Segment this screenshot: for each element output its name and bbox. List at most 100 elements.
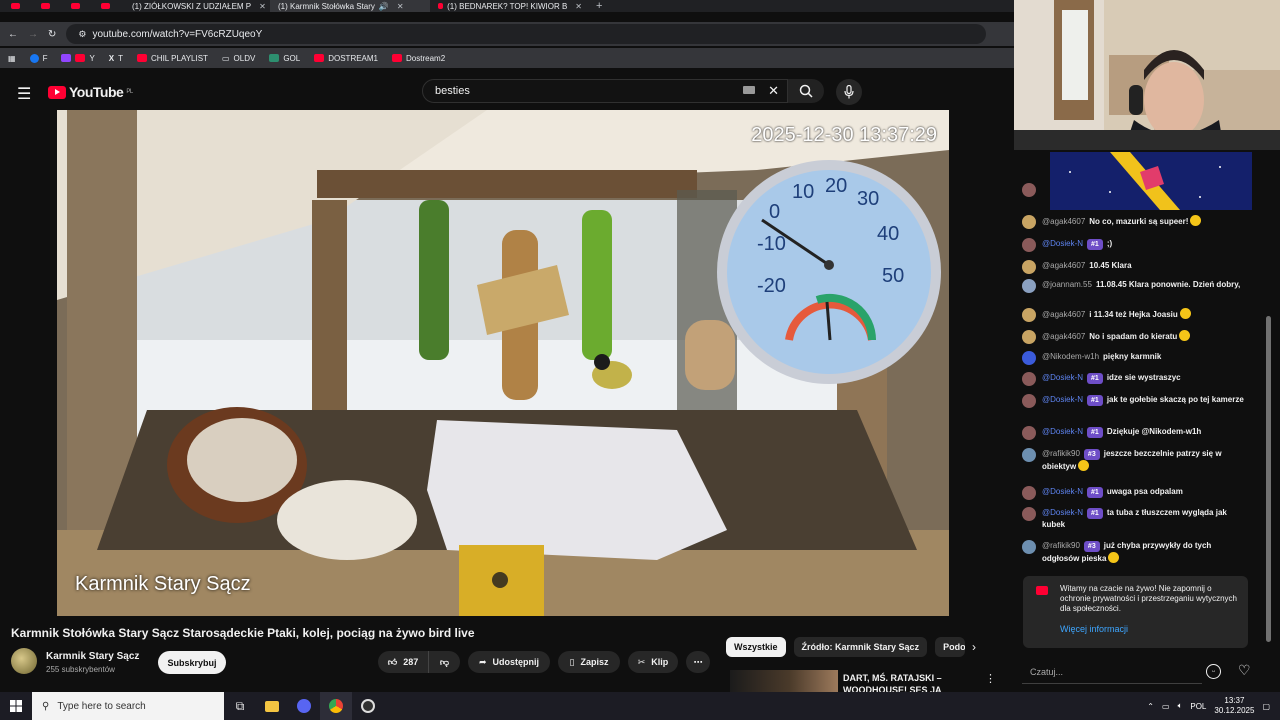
browser-tab[interactable]: (1) BEDNAREK? TOP! KIWIOR B ✕ <box>430 0 590 12</box>
close-tab-icon[interactable]: ✕ <box>259 2 266 11</box>
chip-similar[interactable]: Podob <box>935 637 966 657</box>
twitch-icon <box>61 54 72 62</box>
tab-label: (1) BEDNAREK? TOP! KIWIOR B <box>447 1 568 11</box>
bird-feeder-video-frame: 0 10 20 30 40 50 -10 -20 <box>57 110 949 616</box>
notification-icon[interactable]: ▢ <box>1262 702 1270 711</box>
reload-icon[interactable]: ↻ <box>48 29 56 40</box>
keyboard-icon[interactable] <box>743 86 755 94</box>
chip-all[interactable]: Wszystkie <box>726 637 786 657</box>
search-input[interactable]: besties ✕ <box>422 79 788 103</box>
x-icon: X <box>108 53 115 63</box>
volume-icon[interactable]: 🔈︎ <box>1178 701 1183 711</box>
speaker-icon[interactable]: 🔊 <box>379 2 389 11</box>
share-button[interactable]: ➦ Udostępnij <box>468 651 550 673</box>
pinned-tab-2[interactable] <box>30 0 60 12</box>
chat-avatar <box>1022 215 1036 229</box>
chevron-right-icon[interactable]: › <box>972 640 976 654</box>
chat-input[interactable]: Czatuj... <box>1022 660 1202 684</box>
start-button[interactable] <box>0 692 32 720</box>
menu-icon[interactable]: ☰ <box>17 84 31 104</box>
forward-icon[interactable]: → <box>28 29 38 40</box>
video-title: Karmnik Stołówka Stary Sącz Starosądecki… <box>11 626 475 640</box>
member-badge: #1 <box>1087 373 1103 384</box>
save-button[interactable]: ▯ Zapisz <box>558 651 620 673</box>
youtube-logo[interactable]: YouTube PL <box>48 84 133 100</box>
url-field[interactable]: ⚙ youtube.com/watch?v=FV6cRZUqeoY <box>66 24 987 44</box>
taskbar-search[interactable]: ⚲ Type here to search <box>32 692 224 720</box>
youtube-icon <box>392 54 403 62</box>
taskbar: ⚲ Type here to search ⧉ ⌃ ▭ 🔈︎ POL 13:37… <box>0 692 1280 720</box>
back-icon[interactable]: ← <box>8 29 18 40</box>
pinned-tab-1[interactable] <box>0 0 30 12</box>
heart-icon[interactable]: ♡ <box>1238 662 1251 679</box>
channel-name[interactable]: Karmnik Stary Sącz <box>46 651 139 662</box>
youtube-icon <box>438 3 444 9</box>
pinned-tab-4[interactable] <box>90 0 120 12</box>
member-badge: #1 <box>1087 239 1103 250</box>
pinned-tab-3[interactable] <box>60 0 90 12</box>
chat-message: @agak4607 i 11.34 też Hejka Joasiu <box>1022 308 1248 322</box>
member-badge: #1 <box>1087 427 1103 438</box>
search-button[interactable] <box>788 79 824 103</box>
search-icon: ⚲ <box>42 700 50 712</box>
like-button[interactable]: 👍︎ 287 <box>378 651 428 673</box>
tab-label: (1) ZIÓŁKOWSKI Z UDZIAŁEM P <box>132 1 252 11</box>
clip-button[interactable]: ✂ Klip <box>628 651 678 673</box>
learn-more-link[interactable]: Więcej informacji <box>1060 624 1128 634</box>
member-badge: #1 <box>1087 487 1103 498</box>
task-view-icon[interactable]: ⧉ <box>224 692 256 720</box>
voice-search-button[interactable] <box>836 79 862 105</box>
new-tab-button[interactable]: + <box>596 0 602 12</box>
webcam-frame <box>1014 0 1280 150</box>
bookmark-gol[interactable]: GOL <box>269 54 300 63</box>
youtube-icon <box>40 3 50 9</box>
file-explorer-icon[interactable] <box>256 692 288 720</box>
chevron-up-icon[interactable]: ⌃ <box>1147 702 1154 711</box>
chip-from-channel[interactable]: Źródło: Karmnik Stary Sącz <box>793 637 928 657</box>
bookmark-dostream2[interactable]: Dostream2 <box>392 54 445 63</box>
member-badge: #3 <box>1083 449 1100 460</box>
chat-scrollbar[interactable] <box>1266 316 1271 642</box>
subscribe-button[interactable]: Subskrybuj <box>158 651 226 674</box>
apps-grid-icon[interactable]: ▦ <box>8 54 16 63</box>
clock[interactable]: 13:37 30.12.2025 <box>1214 696 1254 716</box>
channel-avatar[interactable] <box>11 648 37 674</box>
obs-icon[interactable] <box>352 692 384 720</box>
discord-icon[interactable] <box>288 692 320 720</box>
bookmark-oldv[interactable]: ▭ OLDV <box>222 54 255 63</box>
folder-icon: ▭ <box>221 53 230 63</box>
svg-text:0: 0 <box>769 201 780 223</box>
svg-text:30: 30 <box>857 188 879 210</box>
browser-tab-active[interactable]: (1) Karmnik Stołówka Stary 🔊 ✕ <box>270 0 430 12</box>
search-icon <box>799 84 813 98</box>
clear-search-icon[interactable]: ✕ <box>768 83 779 99</box>
chat-avatar <box>1022 448 1036 462</box>
chrome-icon[interactable] <box>320 692 352 720</box>
url-text: youtube.com/watch?v=FV6cRZUqeoY <box>92 28 263 40</box>
system-tray: ⌃ ▭ 🔈︎ POL 13:37 30.12.2025 ▢ <box>1147 692 1280 720</box>
more-actions-button[interactable]: ⋯ <box>686 651 710 673</box>
chat-avatar <box>1022 279 1036 293</box>
more-vertical-icon[interactable]: ⋮ <box>985 672 996 685</box>
bookmark-y[interactable]: Y <box>61 54 95 63</box>
close-tab-icon[interactable]: ✕ <box>397 2 404 11</box>
recommended-video-thumbnail[interactable] <box>730 670 838 692</box>
close-tab-icon[interactable]: ✕ <box>575 2 582 11</box>
site-info-icon[interactable]: ⚙ <box>78 29 86 40</box>
language-indicator[interactable]: POL <box>1190 702 1206 711</box>
member-badge: #1 <box>1087 395 1103 406</box>
recommendation-chips: Wszystkie Źródło: Karmnik Stary Sącz Pod… <box>726 637 966 657</box>
browser-tab[interactable]: (1) ZIÓŁKOWSKI Z UDZIAŁEM P ✕ <box>120 0 270 12</box>
video-player[interactable]: 0 10 20 30 40 50 -10 -20 2025-12-30 13:37:29 K… <box>57 110 949 616</box>
emoji-picker-icon[interactable]: ᵕ <box>1206 664 1221 679</box>
bookmark-f[interactable]: F <box>29 53 47 63</box>
network-icon[interactable]: ▭ <box>1162 702 1170 711</box>
chat-message: @Dosiek-N #1 Dziękuje @Nikodem-w1h <box>1022 426 1248 440</box>
bookmark-dostream1[interactable]: DOSTREAM1 <box>314 54 378 63</box>
svg-text:40: 40 <box>877 223 899 245</box>
bookmark-chil-playlist[interactable]: CHIL PLAYLIST <box>137 54 208 63</box>
tab-label: (1) Karmnik Stołówka Stary <box>278 1 375 11</box>
scissors-icon: ✂ <box>637 656 646 667</box>
dislike-button[interactable]: 👎︎ <box>428 651 460 673</box>
bookmark-t[interactable]: XT <box>109 54 123 63</box>
